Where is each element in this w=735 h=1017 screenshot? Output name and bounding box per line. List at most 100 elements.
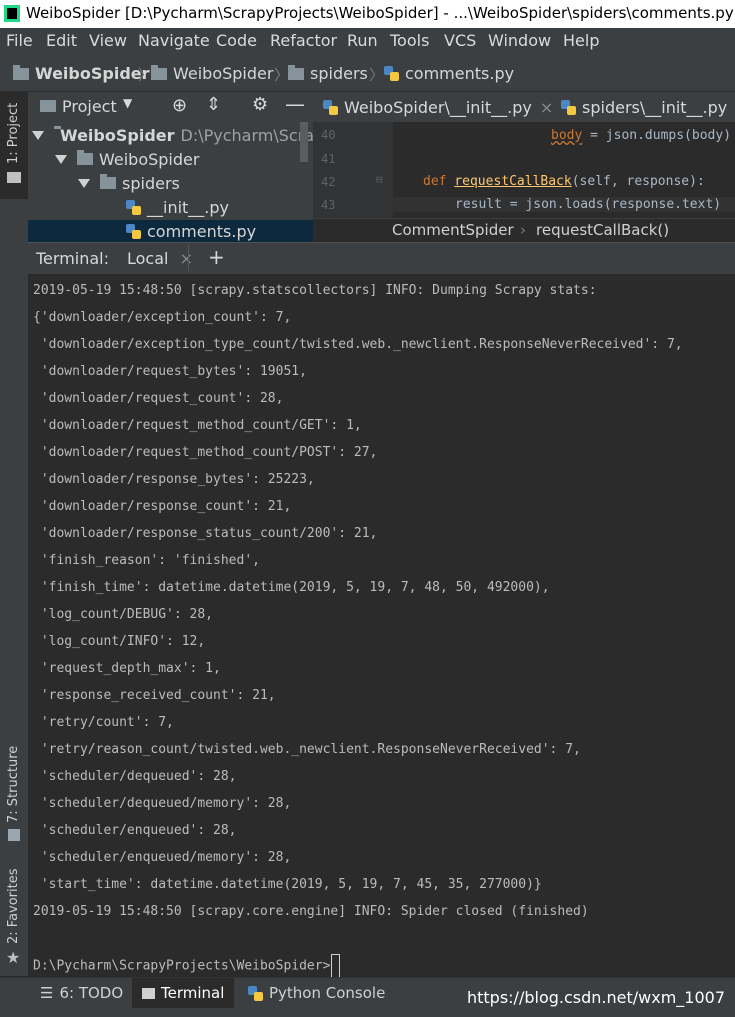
- close-icon[interactable]: ×: [180, 249, 193, 268]
- editor-area: WeiboSpider\__init__.py × spiders\__init…: [313, 92, 735, 242]
- terminal-line: 'finish_reason': 'finished',: [33, 553, 260, 568]
- python-file-icon: [126, 223, 141, 239]
- folder-icon: [100, 174, 116, 189]
- favorites-tool-tab[interactable]: 2: Favorites ★: [0, 868, 28, 970]
- terminal-line: 'retry/reason_count/twisted.web._newclie…: [33, 742, 581, 757]
- line-number: 41: [321, 152, 336, 166]
- minimize-icon[interactable]: —: [285, 92, 305, 116]
- terminal-line: 'downloader/response_count': 21,: [33, 499, 292, 514]
- terminal-line: 'finish_time': datetime.datetime(2019, 5…: [33, 580, 550, 595]
- star-icon: ★: [6, 948, 21, 967]
- terminal-label: Terminal:: [36, 249, 110, 268]
- expand-icon: [55, 154, 67, 164]
- python-file-icon: [323, 99, 338, 115]
- terminal-line: 'downloader/response_bytes': 25223,: [33, 472, 315, 487]
- menu-code[interactable]: Code: [216, 31, 257, 50]
- terminal-line: 'downloader/exception_type_count/twisted…: [33, 337, 683, 352]
- tree-item-init-file[interactable]: __init__.py: [126, 196, 229, 218]
- breadcrumb-project[interactable]: WeiboSpider: [13, 64, 150, 83]
- terminal-output[interactable]: 2019-05-19 15:48:50 [scrapy.statscollect…: [28, 274, 735, 977]
- editor-tab-bar: WeiboSpider\__init__.py × spiders\__init…: [313, 92, 735, 122]
- terminal-line: 'log_count/DEBUG': 28,: [33, 607, 214, 622]
- tree-item-module[interactable]: WeiboSpider: [55, 148, 199, 170]
- terminal-line: 'response_received_count': 21,: [33, 688, 276, 703]
- python-file-icon: [561, 99, 576, 115]
- chevron-down-icon[interactable]: ▼: [123, 96, 132, 110]
- terminal-line: 'start_time': datetime.datetime(2019, 5,…: [33, 877, 542, 892]
- terminal-line: 'downloader/request_method_count/GET': 1…: [33, 418, 362, 433]
- breadcrumb-spiders[interactable]: spiders: [288, 64, 368, 83]
- line-number: 40: [321, 128, 336, 142]
- terminal-line: 'scheduler/enqueued': 28,: [33, 823, 237, 838]
- structure-icon: [8, 829, 20, 841]
- menu-refactor[interactable]: Refactor: [270, 31, 337, 50]
- gear-icon[interactable]: ⚙: [252, 94, 268, 115]
- terminal-tool-tab[interactable]: Terminal: [132, 978, 234, 1008]
- python-file-icon: [126, 199, 141, 215]
- breadcrumb-separator: ›: [520, 221, 526, 239]
- terminal-line: 'log_count/INFO': 12,: [33, 634, 206, 649]
- expand-icon: [78, 178, 90, 188]
- bottom-tool-bar: ☰ 6: TODO Terminal Python Console https:…: [0, 977, 735, 1017]
- tree-item-comments-file[interactable]: comments.py: [28, 220, 313, 242]
- folder-icon: [7, 172, 21, 183]
- menu-help[interactable]: Help: [563, 31, 599, 50]
- menu-bar: File Edit View Navigate Code Refactor Ru…: [0, 28, 735, 56]
- python-console-tool-tab[interactable]: Python Console: [248, 978, 385, 1008]
- breadcrumb-separator: 〉: [369, 66, 385, 84]
- folder-icon: [13, 64, 29, 80]
- terminal-line: {'downloader/exception_count': 7,: [33, 310, 292, 325]
- text-cursor: [331, 954, 341, 977]
- line-number-gutter: 40 41 42 43 ⊟: [313, 122, 393, 220]
- terminal-line: 'scheduler/enqueued/memory': 28,: [33, 850, 292, 865]
- pycharm-logo-icon: [4, 5, 20, 22]
- code-line-42[interactable]: def requestCallBack(self, response):: [423, 174, 705, 189]
- todo-tool-tab[interactable]: ☰ 6: TODO: [40, 978, 123, 1008]
- breadcrumb-class[interactable]: CommentSpider: [392, 221, 514, 239]
- structure-tool-tab[interactable]: 7: Structure: [0, 745, 28, 845]
- breadcrumb-file[interactable]: comments.py: [384, 64, 514, 83]
- menu-tools[interactable]: Tools: [390, 31, 429, 50]
- window-title: WeiboSpider [D:\Pycharm\ScrapyProjects\W…: [26, 4, 735, 22]
- project-tool-tab[interactable]: 1: Project: [0, 92, 28, 199]
- menu-vcs[interactable]: VCS: [444, 31, 476, 50]
- terminal-prompt[interactable]: D:\Pycharm\ScrapyProjects\WeiboSpider>: [33, 954, 341, 977]
- terminal-line: 'downloader/request_count': 28,: [33, 391, 284, 406]
- watermark-text: https://blog.csdn.net/wxm_1007: [466, 988, 725, 1007]
- tree-item-project-root[interactable]: WeiboSpider D:\Pycharm\Scrap: [32, 124, 313, 146]
- menu-view[interactable]: View: [89, 31, 127, 50]
- terminal-line: 'downloader/request_bytes': 19051,: [33, 364, 307, 379]
- breadcrumb-method[interactable]: requestCallBack(): [536, 221, 669, 239]
- terminal-line: 'downloader/request_method_count/POST': …: [33, 445, 378, 460]
- add-terminal-button[interactable]: +: [208, 245, 225, 269]
- code-line-43[interactable]: result = json.loads(response.text): [391, 197, 735, 212]
- editor-tab-spiders-init[interactable]: spiders\__init__.py ×: [561, 92, 735, 122]
- terminal-line: 'request_depth_max': 1,: [33, 661, 221, 676]
- line-number: 42: [321, 175, 336, 189]
- project-panel-header: Project ▼ ⊕ ⇕ ⚙ —: [28, 92, 313, 122]
- close-icon[interactable]: ×: [540, 98, 553, 117]
- terminal-line: 'scheduler/dequeued': 28,: [33, 769, 237, 784]
- menu-navigate[interactable]: Navigate: [138, 31, 210, 50]
- editor-tab-weibospider-init[interactable]: WeiboSpider\__init__.py ×: [323, 92, 553, 122]
- terminal-line: 'downloader/response_status_count/200': …: [33, 526, 378, 541]
- line-number: 43: [321, 198, 336, 212]
- tree-item-spiders[interactable]: spiders: [78, 172, 180, 194]
- scrollbar[interactable]: [300, 122, 308, 162]
- menu-edit[interactable]: Edit: [46, 31, 77, 50]
- list-icon: ☰: [40, 984, 54, 1002]
- crosshair-icon[interactable]: ⊕: [172, 95, 187, 116]
- project-icon: [40, 100, 56, 112]
- menu-run[interactable]: Run: [347, 31, 378, 50]
- python-file-icon: [384, 66, 399, 81]
- terminal-line: 'scheduler/dequeued/memory': 28,: [33, 796, 292, 811]
- collapse-icon[interactable]: ⇕: [206, 94, 221, 115]
- breadcrumb-module[interactable]: WeiboSpider: [151, 64, 273, 83]
- code-line-40[interactable]: body = json.dumps(body): [551, 128, 731, 143]
- fold-icon[interactable]: ⊟: [376, 173, 383, 186]
- terminal-tab-local[interactable]: Local ×: [127, 249, 193, 268]
- project-panel-title: Project: [62, 97, 117, 116]
- menu-file[interactable]: File: [6, 31, 33, 50]
- menu-window[interactable]: Window: [488, 31, 551, 50]
- folder-icon: [77, 150, 93, 165]
